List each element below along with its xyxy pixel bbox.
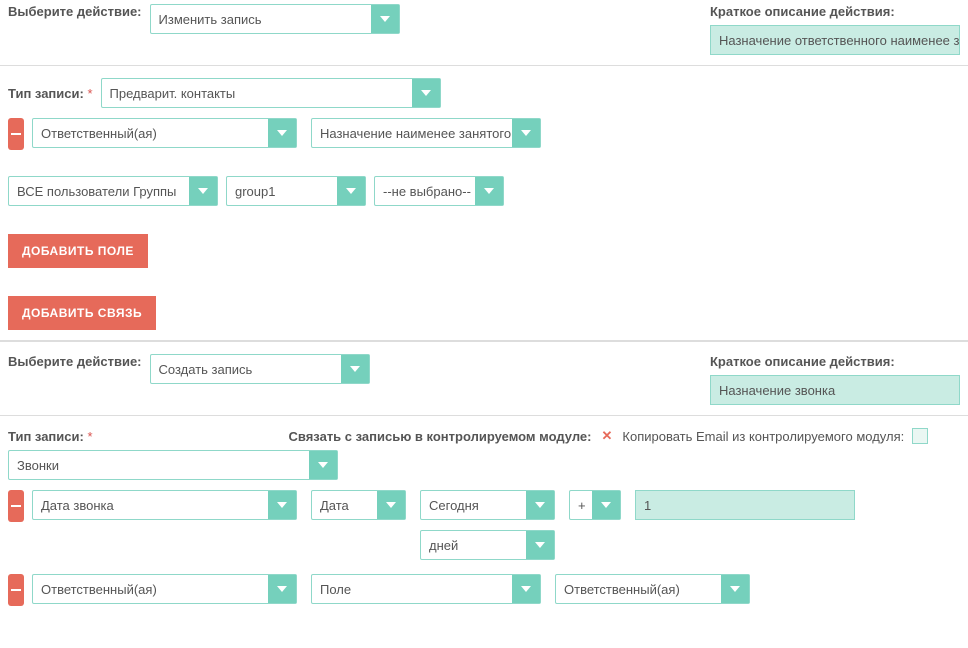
- type-select-r1[interactable]: Дата: [311, 490, 406, 520]
- field-select-r1[interactable]: Дата звонка: [32, 490, 297, 520]
- short-desc-label: Краткое описание действия:: [710, 354, 960, 369]
- extra-select[interactable]: --не выбрано--: [374, 176, 504, 206]
- field-select-r2[interactable]: Ответственный(ая): [32, 574, 297, 604]
- group-select[interactable]: group1: [226, 176, 366, 206]
- chevron-down-icon: [189, 177, 217, 205]
- chevron-down-icon: [512, 575, 540, 603]
- operator-select-text: Назначение наименее занятого: [320, 126, 532, 141]
- field-select-text: Ответственный(ая): [41, 126, 288, 141]
- field-select[interactable]: Ответственный(ая): [32, 118, 297, 148]
- chevron-down-icon: [337, 177, 365, 205]
- chevron-down-icon: [412, 79, 440, 107]
- record-type-select[interactable]: Предварит. контакты: [101, 78, 441, 108]
- copy-email-checkbox[interactable]: [912, 428, 928, 444]
- add-field-button[interactable]: ДОБАВИТЬ ПОЛЕ: [8, 234, 148, 268]
- chevron-down-icon: [341, 355, 369, 383]
- remove-field-button[interactable]: [8, 118, 24, 150]
- link-record-label: Связать с записью в контролируемом модул…: [289, 429, 592, 444]
- chevron-down-icon: [268, 575, 296, 603]
- action-select-text: Изменить запись: [159, 12, 391, 27]
- record-type-label: Тип записи:: [8, 429, 93, 444]
- chevron-down-icon: [592, 491, 620, 519]
- chevron-down-icon: [377, 491, 405, 519]
- type-select-r2[interactable]: Поле: [311, 574, 541, 604]
- record-type-select-2[interactable]: Звонки: [8, 450, 338, 480]
- record-type-2-text: Звонки: [17, 458, 329, 473]
- chevron-down-icon: [475, 177, 503, 205]
- chevron-down-icon: [526, 491, 554, 519]
- copy-email-label: Копировать Email из контролируемого моду…: [622, 429, 904, 444]
- group-scope-select[interactable]: ВСЕ пользователи Группы: [8, 176, 218, 206]
- chevron-down-icon: [512, 119, 540, 147]
- value-select-r2[interactable]: Ответственный(ая): [555, 574, 750, 604]
- choose-action-label: Выберите действие:: [8, 4, 142, 19]
- close-icon[interactable]: ✕: [600, 428, 615, 444]
- chevron-down-icon: [268, 491, 296, 519]
- record-type-label: Тип записи:: [8, 86, 93, 101]
- chevron-down-icon: [309, 451, 337, 479]
- short-desc-input-2[interactable]: Назначение звонка: [710, 375, 960, 405]
- chevron-down-icon: [721, 575, 749, 603]
- date-offset-input[interactable]: 1: [635, 490, 855, 520]
- action-select-2[interactable]: Создать запись: [150, 354, 370, 384]
- chevron-down-icon: [526, 531, 554, 559]
- record-type-text: Предварит. контакты: [110, 86, 432, 101]
- remove-field-button[interactable]: [8, 490, 24, 522]
- add-link-button[interactable]: ДОБАВИТЬ СВЯЗЬ: [8, 296, 156, 330]
- chevron-down-icon: [268, 119, 296, 147]
- operator-select[interactable]: Назначение наименее занятого: [311, 118, 541, 148]
- date-unit-select[interactable]: дней: [420, 530, 555, 560]
- short-desc-label: Краткое описание действия:: [710, 4, 960, 19]
- remove-field-button[interactable]: [8, 574, 24, 606]
- chevron-down-icon: [371, 5, 399, 33]
- action-select[interactable]: Изменить запись: [150, 4, 400, 34]
- group-scope-text: ВСЕ пользователи Группы: [17, 184, 209, 199]
- action-select-2-text: Создать запись: [159, 362, 361, 377]
- date-op-select[interactable]: +: [569, 490, 621, 520]
- base-date-select[interactable]: Сегодня: [420, 490, 555, 520]
- short-desc-input[interactable]: Назначение ответственного наименее за: [710, 25, 960, 55]
- choose-action-label: Выберите действие:: [8, 354, 142, 369]
